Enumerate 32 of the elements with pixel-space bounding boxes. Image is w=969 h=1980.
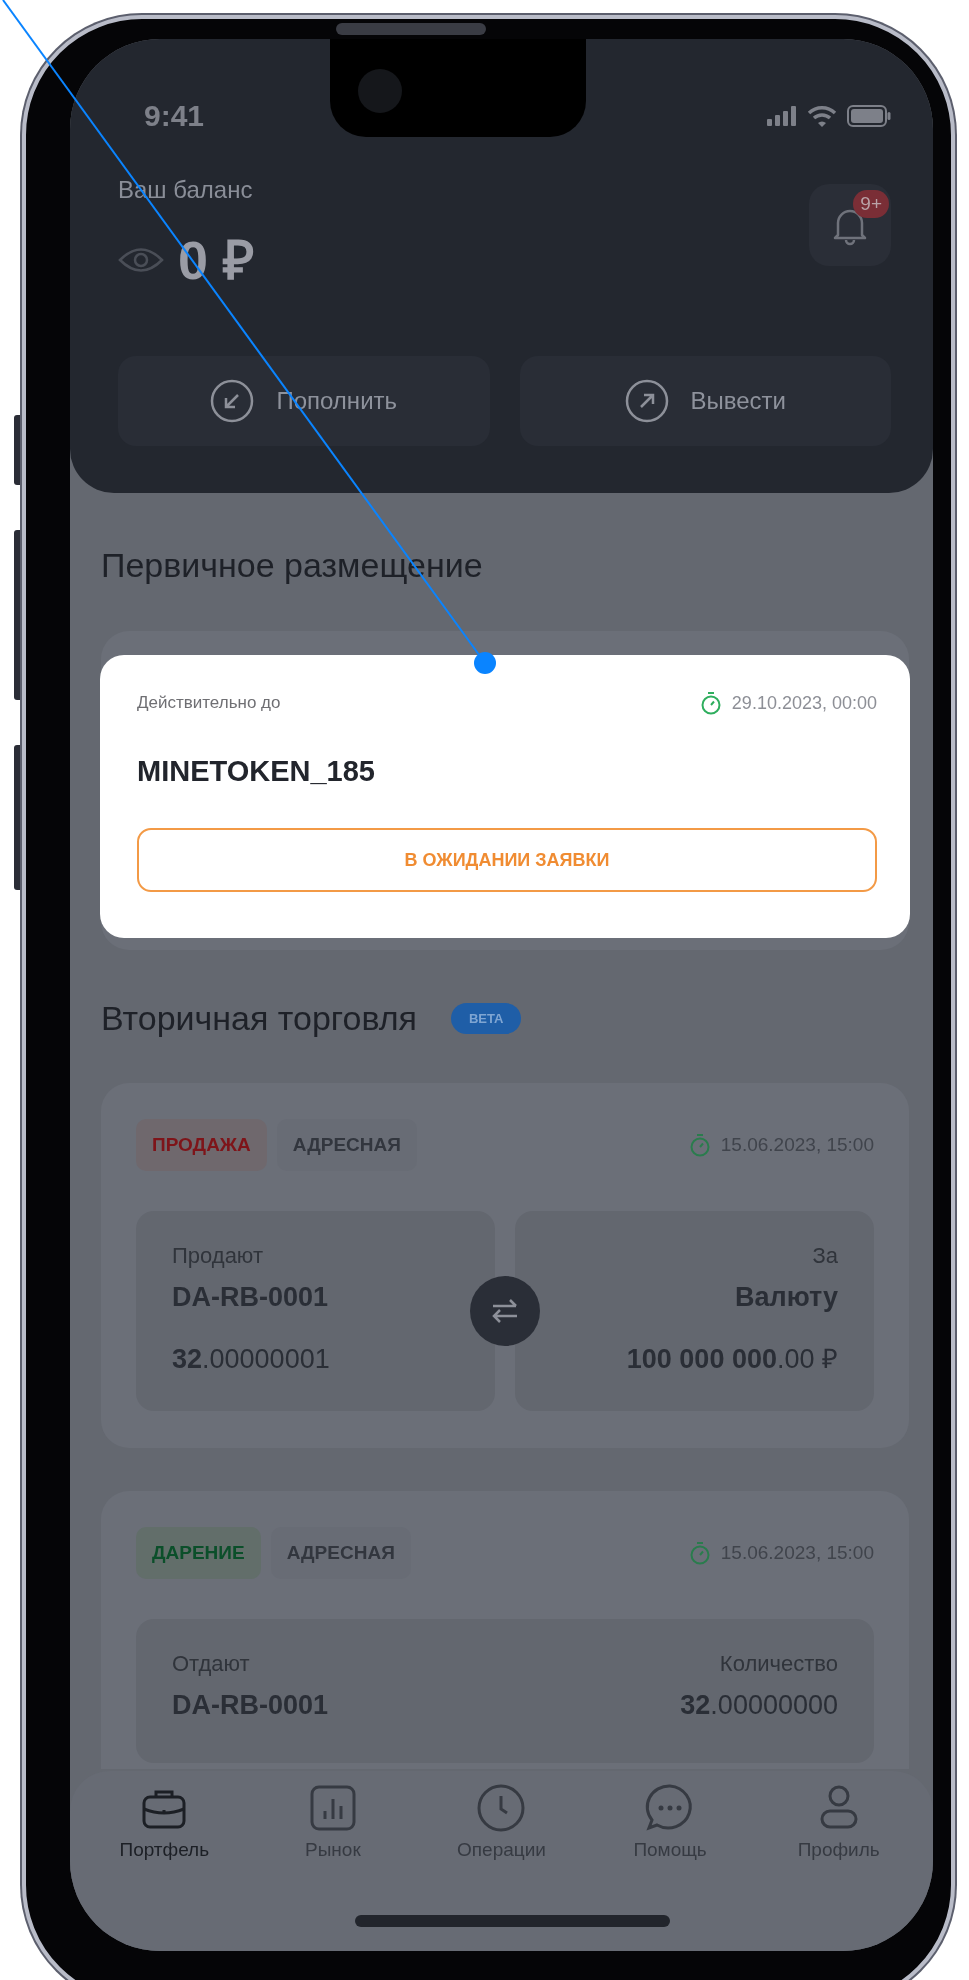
status-button[interactable]: В ОЖИДАНИИ ЗАЯВКИ	[137, 828, 877, 892]
swap-arrows-icon	[490, 1298, 520, 1324]
timer-icon	[688, 1541, 711, 1565]
status-time: 9:41	[144, 99, 205, 133]
deal-tag: ПРОДАЖА	[136, 1119, 267, 1171]
asset-name: DA-RB-0001	[172, 1689, 329, 1722]
deal-tag: ДАРЕНИЕ	[136, 1527, 261, 1579]
offer-card[interactable]: Действительно до 29.10.2023, 00:00 MINETOKEN_185 В ОЖИДАНИИ ЗАЯВКИ	[100, 655, 910, 938]
arrow-down-left-icon	[210, 379, 255, 423]
valid-until-label: Действительно до	[137, 693, 281, 713]
asset-name: Валюту	[735, 1281, 838, 1314]
battery-icon	[847, 105, 891, 127]
tab-item[interactable]: Портфель	[89, 1783, 240, 1861]
timer-icon	[699, 691, 722, 715]
camera-lens	[358, 69, 402, 113]
section-title: Вторичная торговля	[101, 998, 417, 1039]
action-button[interactable]: Вывести	[519, 356, 891, 446]
arrow-up-right-icon	[624, 379, 669, 423]
asset-amount: 100 000 000.00 ₽	[626, 1343, 838, 1376]
valid-date: 29.10.2023, 00:00	[731, 692, 877, 714]
deal-tag: АДРЕСНАЯ	[270, 1527, 411, 1579]
notification-badge: 9+	[853, 190, 889, 218]
timer-icon	[688, 1133, 711, 1157]
clock-icon	[476, 1783, 527, 1833]
asset-amount: 32.00000000	[680, 1689, 838, 1722]
asset-amount: 32.00000001	[172, 1343, 330, 1376]
signal-icon	[767, 106, 797, 126]
wifi-icon	[807, 105, 837, 127]
asset-name: DA-RB-0001	[172, 1281, 329, 1314]
beta-badge: BETA	[450, 1002, 522, 1034]
notifications-button[interactable]: 9+	[809, 184, 891, 266]
token-name: MINETOKEN_185	[137, 755, 376, 788]
